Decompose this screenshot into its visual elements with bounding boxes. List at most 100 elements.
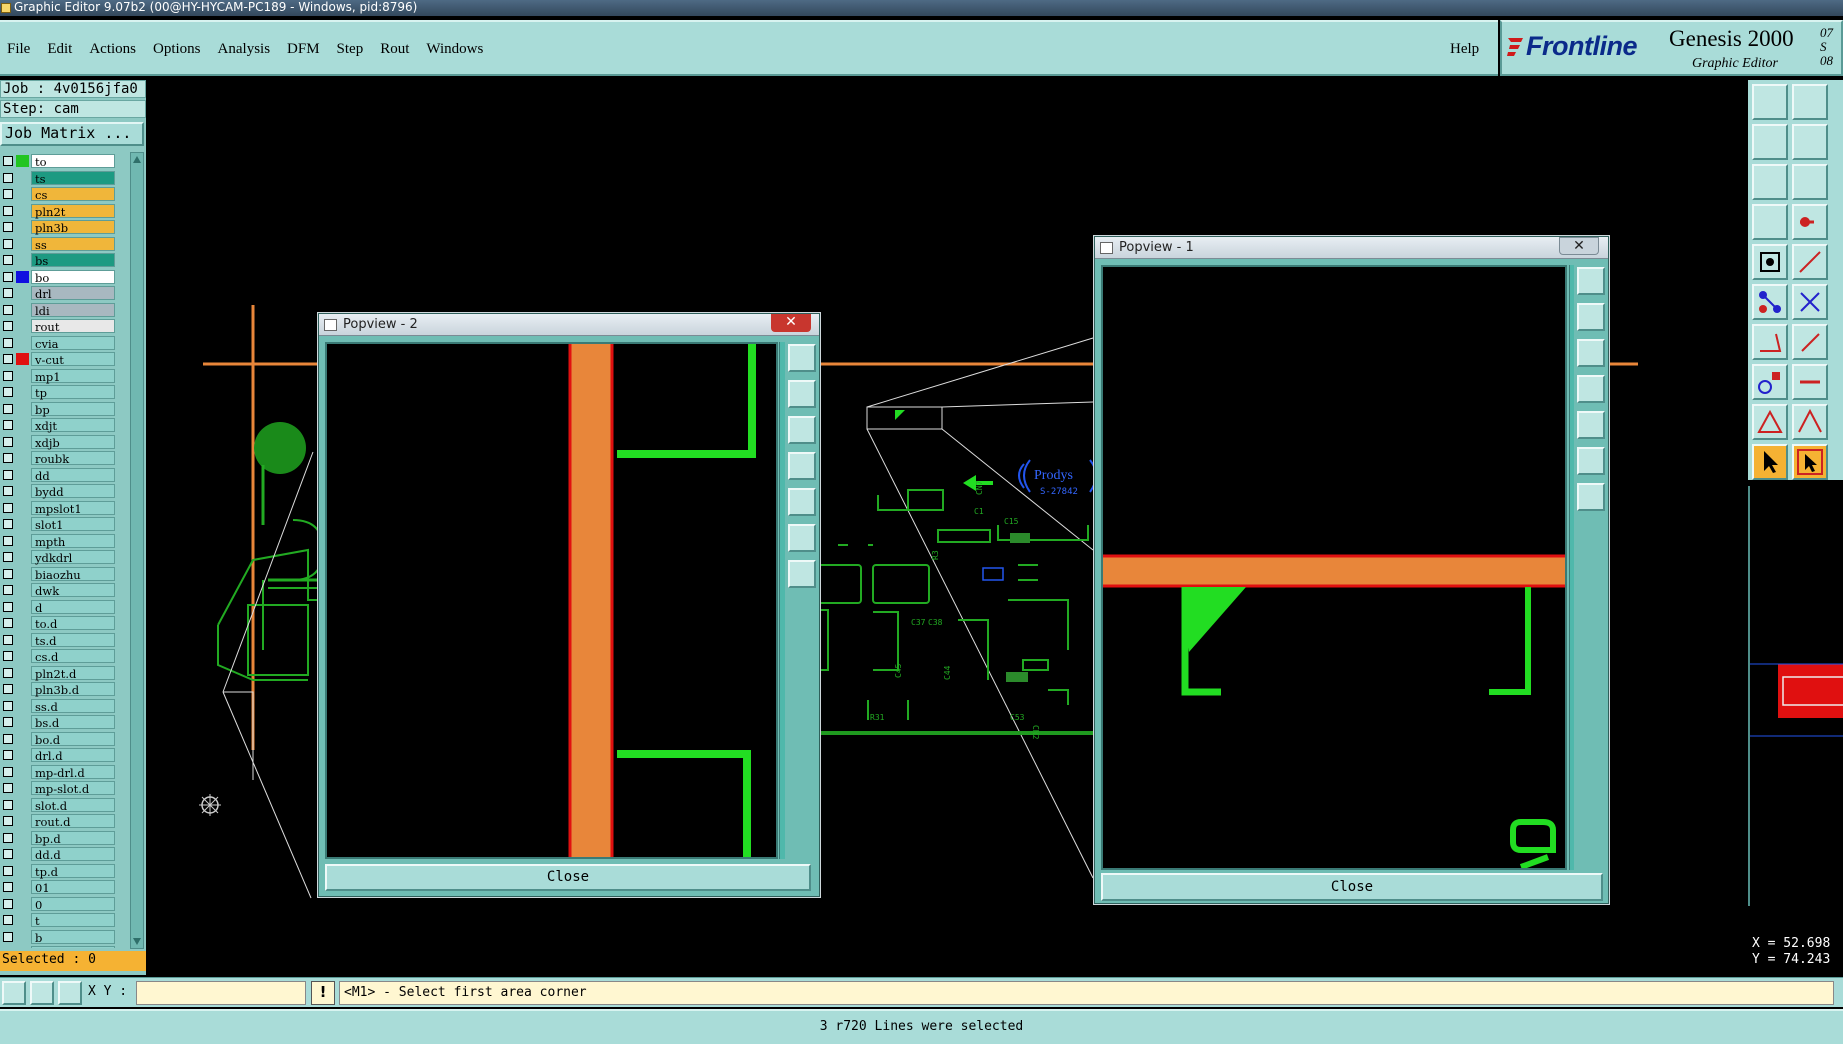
cross-icon[interactable]	[1792, 284, 1828, 320]
menu-actions[interactable]: Actions	[89, 41, 136, 58]
layer-name[interactable]: cs.d	[31, 649, 115, 664]
layer-color-swatch[interactable]	[16, 815, 29, 827]
layer-row-ydkdrl[interactable]: ydkdrl	[0, 550, 122, 565]
layer-checkbox[interactable]	[3, 733, 13, 744]
layer-color-swatch[interactable]	[16, 485, 29, 497]
layer-row-bp-d[interactable]: bp.d	[0, 830, 122, 846]
grid-icon[interactable]	[58, 981, 82, 1005]
layer-color-swatch[interactable]	[16, 469, 29, 481]
move-left-icon[interactable]	[1752, 124, 1788, 160]
layer-checkbox[interactable]	[3, 651, 13, 661]
layer-row-d[interactable]: d	[0, 599, 122, 615]
layer-name[interactable]: ldi	[31, 302, 115, 318]
angle-select-icon[interactable]	[30, 981, 54, 1005]
layer-color-swatch[interactable]	[16, 238, 29, 250]
layer-color-swatch[interactable]	[16, 436, 29, 448]
menu-dfm[interactable]: DFM	[287, 41, 320, 58]
layer-color-swatch[interactable]	[16, 155, 29, 167]
layer-checkbox[interactable]	[3, 865, 13, 876]
zoom-fit-icon[interactable]	[1752, 164, 1788, 200]
layer-checkbox[interactable]	[3, 750, 13, 760]
layer-color-swatch[interactable]	[16, 518, 29, 530]
layer-name[interactable]: slot1	[31, 517, 115, 532]
layer-name[interactable]: mp-drl.d	[31, 764, 115, 780]
layer-row-ts-d[interactable]: ts.d	[0, 632, 122, 648]
layer-row-bp[interactable]: bp	[0, 401, 122, 417]
layer-name[interactable]: roubk	[31, 451, 115, 466]
layer-row-aa[interactable]: aa	[0, 946, 122, 948]
layer-name[interactable]: 0	[31, 896, 115, 912]
layer-color-swatch[interactable]	[16, 634, 29, 646]
pan-right-icon[interactable]	[788, 488, 816, 516]
layer-color-swatch[interactable]	[16, 667, 29, 679]
popview-1-close-x[interactable]: ✕	[1559, 237, 1599, 255]
layer-checkbox[interactable]	[3, 519, 13, 529]
pan-left-icon[interactable]	[788, 452, 816, 480]
layer-checkbox[interactable]	[3, 486, 13, 496]
layer-color-swatch[interactable]	[16, 766, 29, 778]
layer-row-xdjb[interactable]: xdjb	[0, 434, 122, 450]
layer-row-pln2t[interactable]: pln2t	[0, 203, 122, 219]
layer-name[interactable]: pln3b.d	[31, 682, 115, 697]
layer-name[interactable]: pln2t	[31, 203, 115, 219]
layer-name[interactable]: ts	[31, 170, 115, 186]
menu-file[interactable]: File	[7, 41, 30, 58]
layer-name[interactable]: dd.d	[31, 847, 115, 862]
layer-color-swatch[interactable]	[16, 254, 29, 266]
layer-checkbox[interactable]	[3, 453, 13, 463]
layer-checkbox[interactable]	[3, 585, 13, 595]
layer-color-swatch[interactable]	[16, 848, 29, 860]
layer-color-swatch[interactable]	[16, 782, 29, 794]
pointer-icon[interactable]	[1752, 444, 1788, 480]
layer-color-swatch[interactable]	[16, 419, 29, 431]
layer-name[interactable]: slot.d	[31, 797, 115, 813]
layer-row-rout[interactable]: rout	[0, 319, 122, 334]
layer-row-v-cut[interactable]: v-cut	[0, 352, 122, 367]
popview-1-titlebar[interactable]: Popview - 1	[1095, 237, 1608, 259]
layer-row-bydd[interactable]: bydd	[0, 484, 122, 499]
layer-checkbox[interactable]	[3, 255, 13, 265]
zoom-home-icon[interactable]	[1577, 267, 1605, 295]
layer-row-ss-d[interactable]: ss.d	[0, 698, 122, 714]
window-title-bar[interactable]: Graphic Editor 9.07b2 (00@HY-HYCAM-PC189…	[0, 0, 1843, 16]
layer-name[interactable]: drl.d	[31, 748, 115, 763]
layer-row-dd[interactable]: dd	[0, 467, 122, 483]
overview-map[interactable]	[1748, 486, 1843, 906]
layer-name[interactable]: xdjb	[31, 434, 115, 450]
layer-color-swatch[interactable]	[16, 617, 29, 629]
layer-row-xdjt[interactable]: xdjt	[0, 418, 122, 433]
layer-name[interactable]: t	[31, 913, 115, 928]
pan-left-icon[interactable]	[1577, 375, 1605, 403]
layer-name[interactable]: v-cut	[31, 352, 115, 367]
popview-2-view[interactable]	[325, 342, 778, 859]
layer-name[interactable]: biaozhu	[31, 566, 115, 582]
layer-row-ldi[interactable]: ldi	[0, 302, 122, 318]
popview-1-view[interactable]	[1101, 265, 1567, 870]
layer-name[interactable]: 01	[31, 880, 115, 895]
layer-row-tp-d[interactable]: tp.d	[0, 863, 122, 879]
layer-row-pln2t-d[interactable]: pln2t.d	[0, 665, 122, 681]
layer-color-swatch[interactable]	[16, 865, 29, 877]
layer-checkbox[interactable]	[3, 601, 13, 612]
layer-checkbox[interactable]	[3, 931, 13, 942]
measure-icon[interactable]	[1752, 204, 1788, 240]
layer-color-swatch[interactable]	[16, 452, 29, 464]
layer-checkbox[interactable]	[3, 799, 13, 810]
layer-name[interactable]: ss.d	[31, 698, 115, 714]
move-down-icon[interactable]	[1792, 84, 1828, 120]
popview-1-close-button[interactable]: Close	[1101, 873, 1603, 901]
net-icon[interactable]	[1752, 284, 1788, 320]
layer-checkbox[interactable]	[3, 304, 13, 315]
layer-color-swatch[interactable]	[16, 551, 29, 563]
layer-row-bo[interactable]: bo	[0, 269, 122, 285]
layer-checkbox[interactable]	[3, 436, 13, 447]
layer-checkbox[interactable]	[3, 634, 13, 645]
layer-row-slot1[interactable]: slot1	[0, 517, 122, 532]
layer-checkbox[interactable]	[3, 238, 13, 249]
layer-checkbox[interactable]	[3, 915, 13, 925]
layer-color-swatch[interactable]	[16, 287, 29, 299]
layer-row-to-d[interactable]: to.d	[0, 616, 122, 631]
layer-name[interactable]: aa	[31, 946, 115, 948]
layer-name[interactable]: to.d	[31, 616, 115, 631]
layer-checkbox[interactable]	[3, 222, 13, 232]
